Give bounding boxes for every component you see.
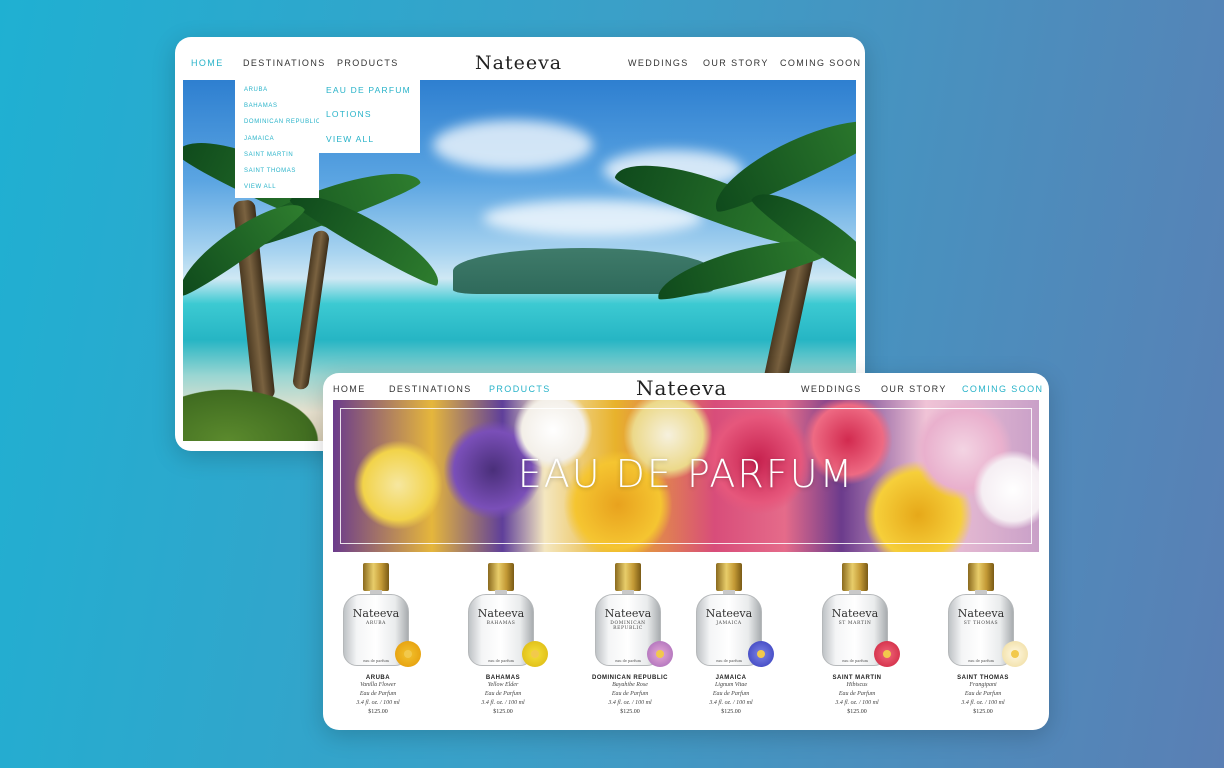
- nav-weddings[interactable]: WEDDINGS: [801, 384, 862, 394]
- product-size: 3.4 fl. oz. / 100 ml: [356, 700, 400, 706]
- product-type: Eau de Parfum: [838, 691, 876, 697]
- product-type: Eau de Parfum: [964, 691, 1002, 697]
- product-type: Eau de Parfum: [484, 691, 522, 697]
- product-size: 3.4 fl. oz. / 100 ml: [481, 700, 525, 706]
- nav-home[interactable]: HOME: [191, 58, 224, 68]
- nav-coming-soon[interactable]: COMING SOON: [962, 384, 1043, 394]
- product-size: 3.4 fl. oz. / 100 ml: [608, 700, 652, 706]
- dd-item-eau-de-parfum[interactable]: EAU DE PARFUM: [326, 85, 411, 95]
- product-size: 3.4 fl. oz. / 100 ml: [709, 700, 753, 706]
- perfume-bottle-image: Nateeva DOMINICAN REPUBLIC eau de parfum: [575, 563, 685, 671]
- product-scent: Lignum Vitae: [714, 682, 748, 688]
- perfume-bottle-image: Nateeva BAHAMAS eau de parfum: [448, 563, 558, 671]
- product-card-aruba[interactable]: Nateeva ARUBA eau de parfum ARUBA Vanill…: [323, 563, 433, 717]
- nav-home[interactable]: HOME: [333, 384, 366, 394]
- flower-icon: [522, 641, 548, 667]
- flower-icon: [647, 641, 673, 667]
- banner-title: EAU DE PARFUM: [517, 452, 855, 496]
- product-scent: Vanilla Flower: [360, 682, 396, 688]
- product-scent: Hibiscus: [846, 682, 868, 688]
- nav-weddings[interactable]: WEDDINGS: [628, 58, 689, 68]
- product-price: $125.00: [847, 709, 867, 715]
- nav-destinations[interactable]: DESTINATIONS: [243, 58, 326, 68]
- product-card-saint-thomas[interactable]: Nateeva ST THOMAS eau de parfum SAINT TH…: [928, 563, 1038, 717]
- destinations-dropdown: ARUBA BAHAMAS DOMINICAN REPUBLIC JAMAICA…: [235, 80, 321, 198]
- product-card-jamaica[interactable]: Nateeva JAMAICA eau de parfum JAMAICA Li…: [676, 563, 786, 717]
- product-size: 3.4 fl. oz. / 100 ml: [961, 700, 1005, 706]
- product-price: $125.00: [368, 709, 388, 715]
- product-price: $125.00: [493, 709, 513, 715]
- product-card-bahamas[interactable]: Nateeva BAHAMAS eau de parfum BAHAMAS Ye…: [448, 563, 558, 717]
- flower-icon: [748, 641, 774, 667]
- nav-products[interactable]: PRODUCTS: [489, 384, 551, 394]
- dd-item-saint-thomas[interactable]: SAINT THOMAS: [244, 168, 296, 174]
- flower-icon: [395, 641, 421, 667]
- perfume-bottle-image: Nateeva JAMAICA eau de parfum: [676, 563, 786, 671]
- flower-icon: [874, 641, 900, 667]
- nav-products[interactable]: PRODUCTS: [337, 58, 399, 68]
- nav-destinations[interactable]: DESTINATIONS: [389, 384, 472, 394]
- product-price: $125.00: [721, 709, 741, 715]
- product-price: $125.00: [973, 709, 993, 715]
- product-type: Eau de Parfum: [712, 691, 750, 697]
- dd-item-dominican-republic[interactable]: DOMINICAN REPUBLIC: [244, 119, 321, 125]
- product-price: $125.00: [620, 709, 640, 715]
- dd-item-lotions[interactable]: LOTIONS: [326, 109, 372, 119]
- logo[interactable]: Nateeva: [636, 376, 727, 400]
- nav-our-story[interactable]: OUR STORY: [881, 384, 947, 394]
- product-card-dominican-republic[interactable]: Nateeva DOMINICAN REPUBLIC eau de parfum…: [575, 563, 685, 717]
- product-card-saint-martin[interactable]: Nateeva ST MARTIN eau de parfum SAINT MA…: [802, 563, 912, 717]
- product-type: Eau de Parfum: [359, 691, 397, 697]
- product-type: Eau de Parfum: [611, 691, 649, 697]
- product-scent: Yellow Elder: [487, 682, 519, 688]
- perfume-bottle-image: Nateeva ARUBA eau de parfum: [323, 563, 433, 671]
- dd-item-saint-martin[interactable]: SAINT MARTIN: [244, 152, 293, 158]
- dd-item-view-all[interactable]: VIEW ALL: [244, 184, 276, 190]
- dd-item-jamaica[interactable]: JAMAICA: [244, 136, 274, 142]
- product-scent: Bayahibe Rose: [612, 682, 648, 688]
- flower-icon: [1002, 641, 1028, 667]
- dd-item-aruba[interactable]: ARUBA: [244, 87, 268, 93]
- nav-our-story[interactable]: OUR STORY: [703, 58, 769, 68]
- dd-item-bahamas[interactable]: BAHAMAS: [244, 103, 278, 109]
- product-scent: Frangipani: [969, 682, 997, 688]
- perfume-bottle-image: Nateeva ST THOMAS eau de parfum: [928, 563, 1038, 671]
- logo[interactable]: Nateeva: [475, 52, 562, 74]
- products-dropdown: EAU DE PARFUM LOTIONS VIEW ALL: [319, 80, 420, 153]
- dd-item-products-view-all[interactable]: VIEW ALL: [326, 134, 374, 144]
- perfume-bottle-image: Nateeva ST MARTIN eau de parfum: [802, 563, 912, 671]
- nav-coming-soon[interactable]: COMING SOON: [780, 58, 861, 68]
- flower-banner: EAU DE PARFUM: [333, 400, 1039, 552]
- product-page-screenshot: HOME DESTINATIONS PRODUCTS WEDDINGS OUR …: [323, 373, 1049, 730]
- product-size: 3.4 fl. oz. / 100 ml: [835, 700, 879, 706]
